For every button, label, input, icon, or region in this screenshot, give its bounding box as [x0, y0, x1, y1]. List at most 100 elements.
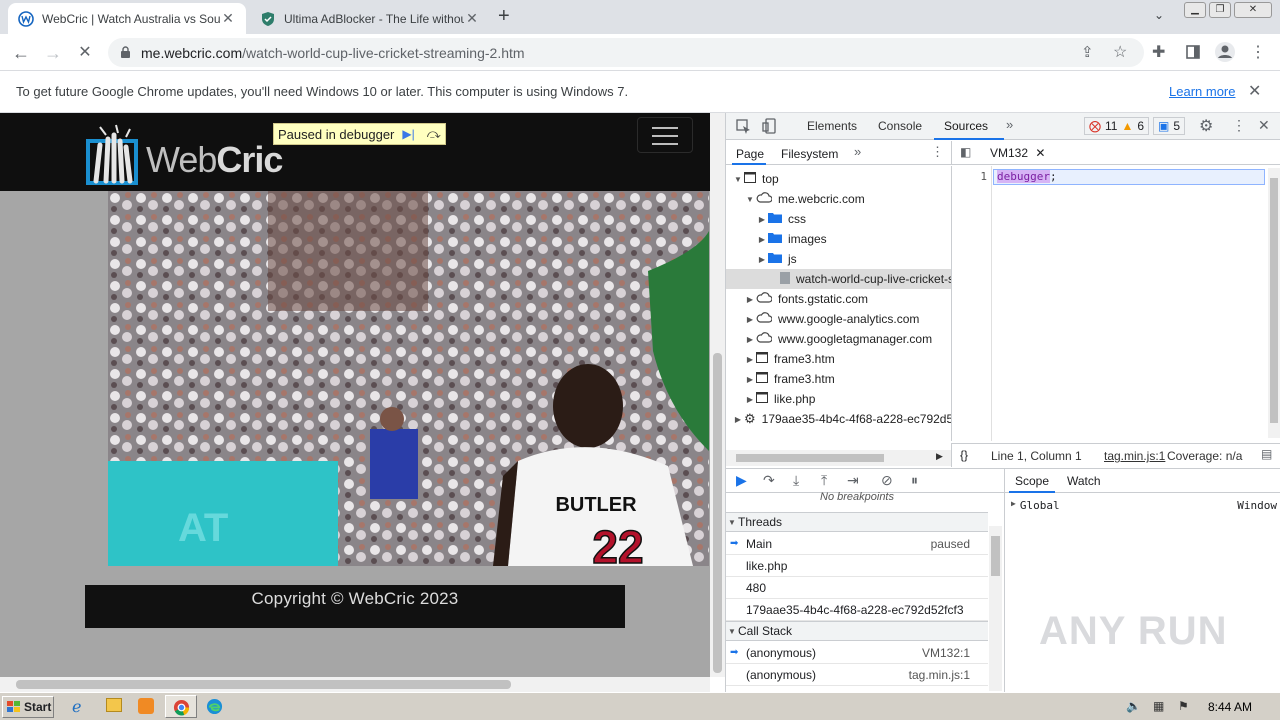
- system-clock[interactable]: 8:44 AM: [1208, 700, 1252, 714]
- maximize-icon[interactable]: ❐: [1209, 2, 1231, 18]
- tree-item[interactable]: ▶ images: [726, 229, 951, 249]
- tree-item[interactable]: ▼ top: [726, 169, 951, 189]
- scrollbar-thumb[interactable]: [1270, 178, 1278, 423]
- step-over-icon[interactable]: ↷: [763, 472, 775, 489]
- tree-item[interactable]: ▶ css: [726, 209, 951, 229]
- stop-loading-icon[interactable]: ✕: [72, 40, 98, 66]
- expand-triangle-icon[interactable]: ▶: [744, 315, 756, 324]
- line-number[interactable]: 1: [980, 170, 987, 183]
- expand-triangle-icon[interactable]: ▶: [744, 395, 756, 404]
- tree-horizontal-scrollbar[interactable]: ▶: [726, 450, 951, 466]
- tab-page[interactable]: Page: [736, 147, 764, 161]
- lock-icon[interactable]: [120, 46, 131, 59]
- internet-explorer-icon[interactable]: ℯ: [72, 697, 81, 717]
- tree-item[interactable]: ▶ ⚙ 179aae35-4b4c-4f68-a228-ec792d5: [726, 409, 951, 429]
- expand-triangle-icon[interactable]: ▶: [756, 235, 768, 244]
- editor-scrollbar[interactable]: [1268, 168, 1280, 438]
- network-icon[interactable]: ▦: [1153, 699, 1164, 713]
- scrollbar-thumb[interactable]: [713, 353, 722, 673]
- step-icon[interactable]: ⇥: [847, 472, 859, 489]
- thread-row[interactable]: ➡ Main paused: [726, 533, 988, 555]
- tree-item[interactable]: watch-world-cup-live-cricket-st: [726, 269, 951, 289]
- tree-item[interactable]: ▶ frame3.htm: [726, 369, 951, 389]
- share-icon[interactable]: ⇪: [1081, 43, 1094, 61]
- step-into-icon[interactable]: ⤓: [793, 472, 799, 489]
- minimize-icon[interactable]: ▁: [1184, 2, 1206, 18]
- pretty-print-icon[interactable]: {}: [960, 448, 968, 462]
- tree-item[interactable]: ▶ www.googletagmanager.com: [726, 329, 951, 349]
- expand-triangle-icon[interactable]: ▶: [744, 355, 756, 364]
- callstack-section-header[interactable]: ▼ Call Stack: [726, 621, 988, 641]
- tree-item[interactable]: ▶ fonts.gstatic.com: [726, 289, 951, 309]
- expand-triangle-icon[interactable]: ▶: [756, 255, 768, 264]
- devtools-menu-icon[interactable]: ⋮: [1232, 117, 1246, 134]
- chrome-taskbar-button[interactable]: [165, 695, 197, 718]
- scrollbar-thumb[interactable]: [736, 454, 884, 462]
- editor-tab-vm132[interactable]: VM132 ✕: [990, 146, 1045, 160]
- code-editor[interactable]: 1 debugger;: [951, 166, 1280, 441]
- scrollbar-thumb[interactable]: [991, 536, 1000, 576]
- tab-adblocker[interactable]: Ultima AdBlocker - The Life without A ✕: [250, 3, 490, 34]
- tab-close-icon[interactable]: ✕: [220, 10, 236, 27]
- navigator-menu-icon[interactable]: ⋮: [931, 144, 944, 160]
- expand-triangle-icon[interactable]: ▶: [744, 295, 756, 304]
- page-horizontal-scrollbar[interactable]: [0, 677, 710, 692]
- extensions-puzzle-icon[interactable]: ✚: [1152, 42, 1165, 62]
- kebab-menu-icon[interactable]: ⋮: [1250, 42, 1266, 62]
- frame-location[interactable]: VM132:1: [922, 646, 970, 660]
- expand-triangle-icon[interactable]: ▶: [744, 375, 756, 384]
- tree-item[interactable]: ▶ frame3.htm: [726, 349, 951, 369]
- close-devtools-icon[interactable]: ✕: [1258, 117, 1270, 134]
- expand-triangle-icon[interactable]: ▶: [756, 215, 768, 224]
- toggle-navigator-icon[interactable]: ◧: [960, 145, 971, 159]
- expand-triangle-icon[interactable]: ▶: [744, 335, 756, 344]
- tree-item[interactable]: ▶ js: [726, 249, 951, 269]
- step-over-icon[interactable]: ⤼: [427, 126, 441, 142]
- action-center-flag-icon[interactable]: ⚑: [1178, 699, 1189, 713]
- collapse-triangle-icon[interactable]: ▼: [744, 195, 756, 204]
- frame-location[interactable]: tag.min.js:1: [909, 668, 970, 682]
- learn-more-link[interactable]: Learn more: [1169, 84, 1235, 99]
- tab-close-icon[interactable]: ✕: [464, 10, 480, 27]
- messages-counter[interactable]: ▣ 5: [1153, 117, 1186, 135]
- threads-section-header[interactable]: ▼ Threads: [726, 512, 988, 532]
- thread-row[interactable]: 480: [726, 577, 988, 599]
- thread-row[interactable]: like.php: [726, 555, 988, 577]
- webcric-logo[interactable]: WebCric: [86, 121, 286, 185]
- explorer-folder-icon[interactable]: [106, 698, 122, 712]
- step-out-icon[interactable]: ⤒: [821, 472, 827, 489]
- back-icon[interactable]: ←: [8, 40, 34, 66]
- tab-watch[interactable]: Watch: [1067, 474, 1101, 488]
- tab-scope[interactable]: Scope: [1015, 474, 1049, 488]
- side-panel-icon[interactable]: [1186, 45, 1200, 59]
- close-editor-tab-icon[interactable]: ✕: [1035, 146, 1045, 160]
- device-toolbar-icon[interactable]: [762, 118, 777, 134]
- tab-elements[interactable]: Elements: [807, 119, 857, 133]
- scroll-right-icon[interactable]: ▶: [936, 451, 943, 462]
- tree-item[interactable]: ▼ me.webcric.com: [726, 189, 951, 209]
- start-button[interactable]: Start: [2, 696, 54, 718]
- more-tabs-icon[interactable]: »: [1006, 117, 1013, 132]
- thread-row[interactable]: 179aae35-4b4c-4f68-a228-ec792d52fcf3: [726, 599, 988, 621]
- video-player[interactable]: AT BUTLER 22: [108, 191, 709, 566]
- tree-item[interactable]: ▶ like.php: [726, 389, 951, 409]
- source-link[interactable]: tag.min.js:1: [1104, 449, 1165, 463]
- forward-icon[interactable]: →: [40, 40, 66, 66]
- resume-icon[interactable]: ▶: [736, 472, 747, 489]
- hamburger-menu-icon[interactable]: [637, 117, 693, 153]
- scrollbar-thumb[interactable]: [16, 680, 511, 689]
- profile-avatar-icon[interactable]: [1214, 41, 1236, 63]
- tab-search-chevron-icon[interactable]: ⌄: [1154, 8, 1164, 22]
- pause-on-exceptions-icon[interactable]: ⏸: [911, 472, 918, 489]
- edge-icon[interactable]: [206, 698, 223, 715]
- collapse-triangle-icon[interactable]: ▼: [732, 175, 744, 184]
- infobar-close-icon[interactable]: ✕: [1248, 81, 1261, 101]
- media-player-icon[interactable]: [138, 698, 154, 714]
- volume-icon[interactable]: 🔈: [1126, 699, 1141, 713]
- tab-webcric[interactable]: WebCric | Watch Australia vs South ✕: [8, 3, 246, 34]
- address-bar[interactable]: me.webcric.com/watch-world-cup-live-cric…: [108, 38, 1144, 67]
- page-vertical-scrollbar[interactable]: [710, 113, 725, 677]
- scope-global-row[interactable]: ▶ Global: [1011, 499, 1060, 512]
- sidebar-scrollbar[interactable]: [989, 526, 1002, 691]
- expand-triangle-icon[interactable]: ▶: [732, 415, 744, 424]
